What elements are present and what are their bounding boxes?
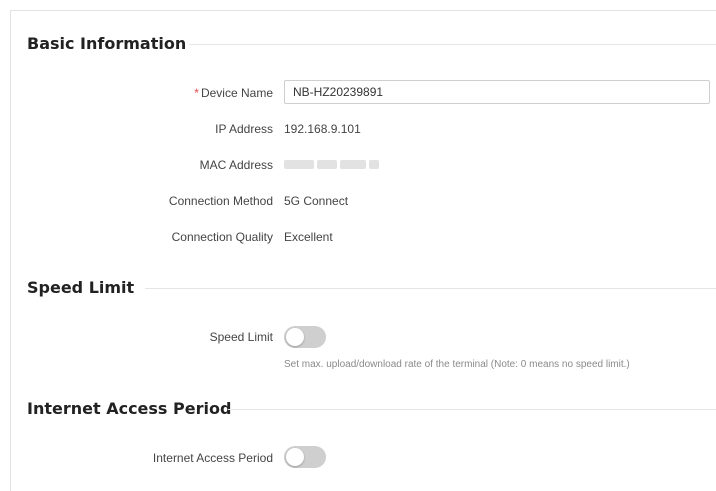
basic-information-heading: Basic Information: [27, 34, 186, 53]
device-name-label: * Device Name: [194, 86, 273, 100]
connection-quality-value: Excellent: [284, 230, 333, 244]
speed-limit-hint: Set max. upload/download rate of the ter…: [284, 359, 630, 370]
ip-address-value: 192.168.9.101: [284, 122, 361, 136]
connection-method-value: 5G Connect: [284, 194, 349, 208]
internet-access-period-toggle-label: Internet Access Period: [152, 451, 273, 465]
speed-limit-heading: Speed Limit: [27, 278, 134, 297]
basic-information-divider: [189, 44, 716, 45]
internet-access-period-divider: [228, 409, 716, 410]
toggle-knob: [286, 328, 304, 346]
internet-access-period-heading: Internet Access Period: [27, 399, 231, 418]
mac-address-label: MAC Address: [199, 158, 273, 172]
required-asterisk: *: [194, 86, 199, 100]
device-name-label-text: Device Name: [200, 86, 273, 100]
basic-information-title: Basic Information: [27, 34, 187, 53]
internet-access-period-toggle[interactable]: [284, 446, 326, 468]
internet-access-period-title: Internet Access Period: [27, 399, 232, 418]
toggle-knob: [286, 448, 304, 466]
speed-limit-toggle[interactable]: [284, 326, 326, 348]
speed-limit-toggle-label: Speed Limit: [209, 330, 273, 344]
mac-address-value-redacted: [284, 158, 388, 170]
device-name-input[interactable]: [284, 80, 710, 104]
connection-method-label: Connection Method: [168, 194, 273, 208]
speed-limit-divider: [145, 288, 716, 289]
connection-quality-label: Connection Quality: [171, 230, 273, 244]
speed-limit-title: Speed Limit: [27, 278, 135, 297]
ip-address-label: IP Address: [215, 122, 273, 136]
